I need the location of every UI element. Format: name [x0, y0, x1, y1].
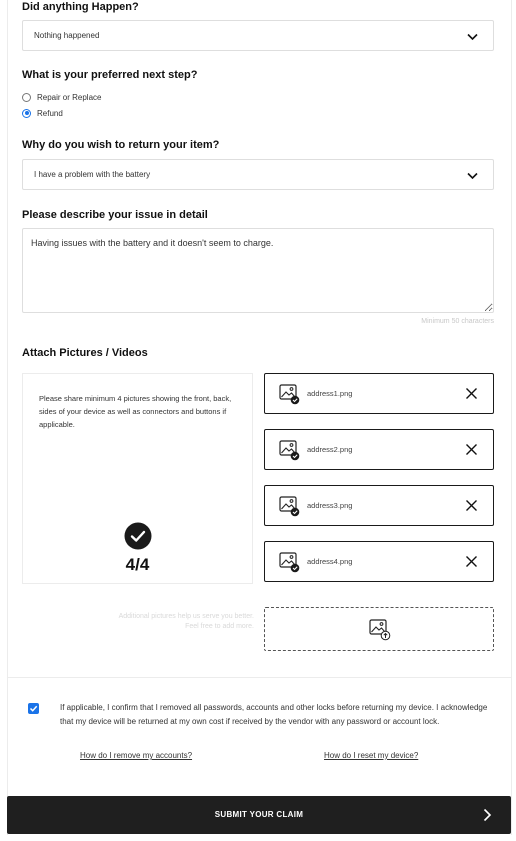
image-uploaded-icon	[279, 552, 300, 573]
section-divider	[7, 677, 511, 678]
image-upload-icon	[369, 619, 391, 641]
reset-device-link[interactable]: How do I reset my device?	[324, 751, 418, 760]
file-name: address1.png	[307, 389, 353, 398]
reason-select-value: I have a problem with the battery	[34, 170, 151, 179]
reason-select[interactable]: I have a problem with the battery	[22, 159, 494, 190]
confirm-checkbox[interactable]	[28, 703, 39, 714]
remove-file-close-icon[interactable]	[465, 387, 478, 400]
attachment-instructions-box: Please share minimum 4 pictures showing …	[22, 373, 253, 584]
question-happened-label: Did anything Happen?	[22, 1, 139, 13]
question-reason-label: Why do you wish to return your item?	[22, 139, 220, 151]
image-uploaded-icon	[279, 384, 300, 405]
question-description-label: Please describe your issue in detail	[22, 209, 208, 221]
issue-description-textarea[interactable]	[22, 228, 494, 313]
check-circle-icon	[124, 522, 152, 550]
chevron-down-icon	[467, 33, 478, 41]
remove-accounts-link[interactable]: How do I remove my accounts?	[80, 751, 192, 760]
radio-button-selected[interactable]	[22, 108, 31, 118]
additional-pictures-note: Additional pictures help us serve you be…	[118, 613, 254, 630]
file-row: address3.png	[264, 485, 494, 526]
radio-label: Refund	[37, 108, 63, 118]
file-name: address3.png	[307, 501, 353, 510]
happened-select-value: Nothing happened	[34, 31, 100, 40]
remove-file-close-icon[interactable]	[465, 499, 478, 512]
image-uploaded-icon	[279, 440, 300, 461]
remove-file-close-icon[interactable]	[465, 555, 478, 568]
chevron-down-icon	[467, 172, 478, 180]
attachments-label: Attach Pictures / Videos	[22, 347, 148, 359]
remove-file-close-icon[interactable]	[465, 443, 478, 456]
happened-select[interactable]: Nothing happened	[22, 20, 494, 51]
radio-refund[interactable]: Refund	[22, 107, 63, 119]
file-row: address4.png	[264, 541, 494, 582]
radio-button[interactable]	[22, 92, 31, 102]
confirm-text: If applicable, I confirm that I removed …	[60, 703, 488, 726]
description-hint: Minimum 50 characters	[421, 318, 494, 325]
radio-label: Repair or Replace	[37, 92, 102, 102]
submit-claim-label: SUBMIT YOUR CLAIM	[214, 810, 304, 819]
file-name: address2.png	[307, 445, 353, 454]
chevron-right-icon	[483, 808, 492, 822]
image-uploaded-icon	[279, 496, 300, 517]
checkmark-icon	[29, 705, 38, 712]
file-row: address2.png	[264, 429, 494, 470]
submit-claim-button[interactable]: SUBMIT YOUR CLAIM	[7, 796, 511, 834]
file-row: address1.png	[264, 373, 494, 414]
add-picture-upload-zone[interactable]	[264, 607, 494, 651]
attachment-counter: 4/4	[125, 555, 150, 574]
question-next-step-label: What is your preferred next step?	[22, 69, 198, 81]
attachment-instructions: Please share minimum 4 pictures showing …	[39, 394, 232, 429]
radio-repair-or-replace[interactable]: Repair or Replace	[22, 91, 101, 103]
file-name: address4.png	[307, 557, 353, 566]
